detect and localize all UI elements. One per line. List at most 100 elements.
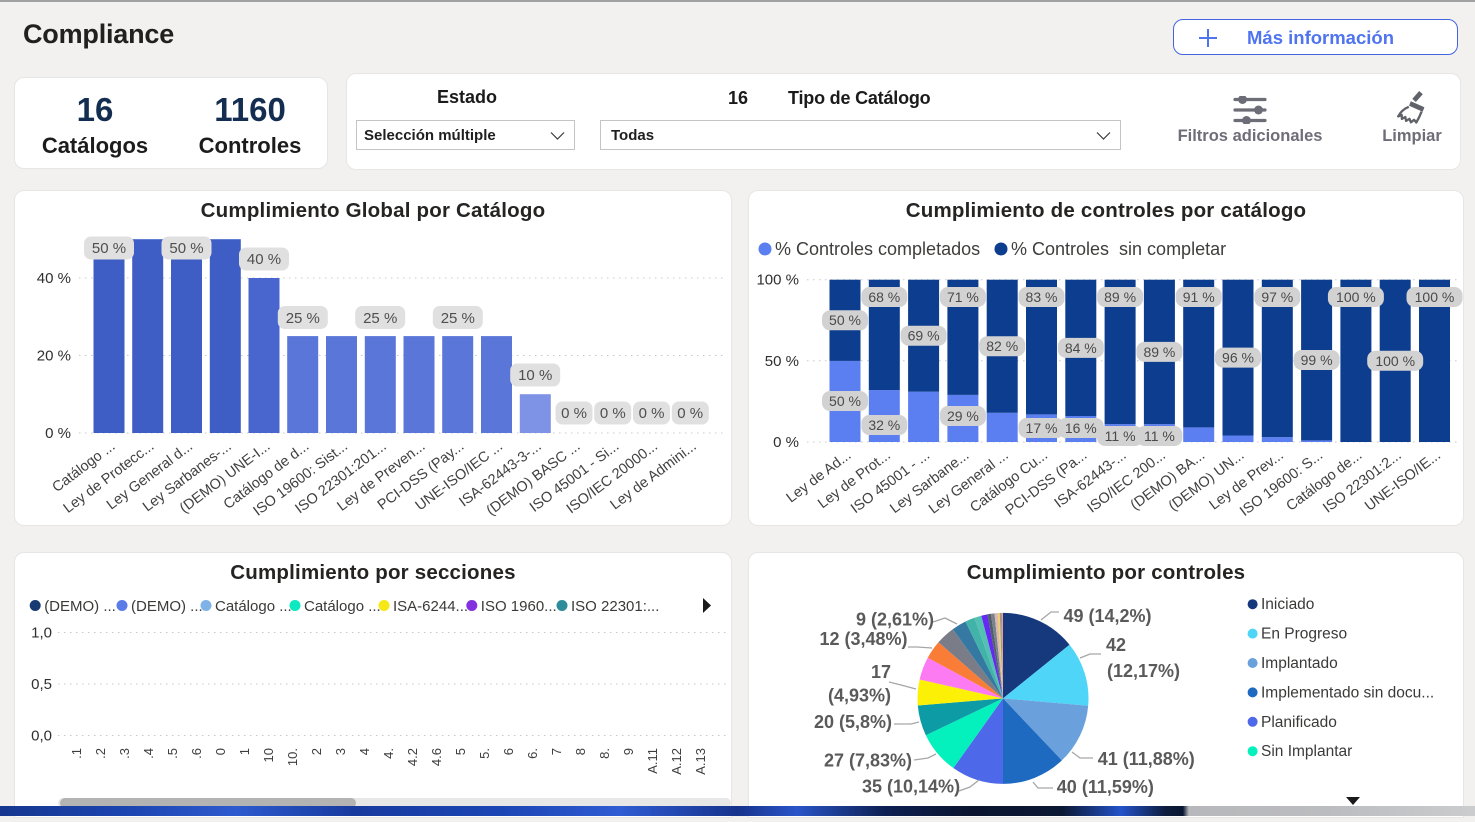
svg-text:7: 7 (549, 748, 564, 755)
svg-text:10.: 10. (285, 748, 300, 766)
svg-text:6.: 6. (525, 748, 540, 759)
svg-text:1,0: 1,0 (31, 625, 52, 642)
svg-text:.5: .5 (165, 748, 180, 759)
svg-text:99 %: 99 % (1301, 352, 1333, 368)
svg-text:9 (2,61%): 9 (2,61%) (856, 610, 934, 630)
svg-text:0,0: 0,0 (31, 728, 52, 745)
svg-text:4.2: 4.2 (405, 748, 420, 766)
svg-text:En Progreso: En Progreso (1261, 626, 1347, 643)
svg-text:A.13: A.13 (693, 748, 708, 775)
svg-text:0 %: 0 % (600, 405, 626, 422)
svg-text:97 %: 97 % (1261, 289, 1293, 305)
svg-text:5.: 5. (477, 748, 492, 759)
svg-text:Planificado: Planificado (1261, 714, 1337, 731)
svg-text:2: 2 (309, 748, 324, 755)
svg-text:50 %: 50 % (829, 393, 861, 409)
svg-text:8.: 8. (597, 748, 612, 759)
svg-text:4.6: 4.6 (429, 748, 444, 766)
svg-text:50 %: 50 % (765, 353, 799, 370)
svg-text:17 %: 17 % (1026, 420, 1058, 436)
svg-text:12 (3,48%): 12 (3,48%) (820, 629, 908, 649)
svg-text:Catálogo ...: Catálogo ... (215, 598, 292, 615)
svg-text:.2: .2 (93, 748, 108, 759)
svg-text:3: 3 (333, 748, 348, 755)
svg-text:11 %: 11 % (1105, 428, 1136, 444)
svg-text:0 %: 0 % (677, 405, 703, 422)
svg-text:71 %: 71 % (947, 289, 979, 305)
svg-text:25 %: 25 % (441, 310, 475, 327)
svg-text:0 %: 0 % (639, 405, 665, 422)
svg-text:100 %: 100 % (756, 272, 799, 289)
svg-text:1: 1 (237, 748, 252, 755)
svg-text:17: 17 (871, 662, 891, 682)
svg-text:96 %: 96 % (1222, 350, 1254, 366)
svg-text:89 %: 89 % (1143, 344, 1175, 360)
svg-text:35 (10,14%): 35 (10,14%) (862, 776, 960, 796)
svg-text:10: 10 (261, 748, 276, 762)
svg-text:82 %: 82 % (986, 338, 1018, 354)
svg-text:8: 8 (573, 748, 588, 755)
svg-text:ISO 1960...: ISO 1960... (481, 598, 557, 615)
svg-text:16 %: 16 % (1065, 420, 1097, 436)
svg-text:Cumplimiento por controles: Cumplimiento por controles (967, 561, 1246, 584)
svg-text:20 (5,8%): 20 (5,8%) (814, 712, 892, 732)
svg-text:0 %: 0 % (45, 425, 71, 442)
svg-text:40 (11,59%): 40 (11,59%) (1057, 777, 1154, 797)
svg-text:.4: .4 (141, 748, 156, 759)
svg-text:50 %: 50 % (829, 312, 861, 328)
svg-text:10 %: 10 % (518, 367, 552, 384)
svg-text:100 %: 100 % (1375, 353, 1415, 369)
svg-text:Catálogo ...: Catálogo ... (304, 598, 381, 615)
svg-text:% Controles completados: % Controles completados (775, 239, 980, 259)
svg-text:91 %: 91 % (1183, 289, 1215, 305)
svg-text:50 %: 50 % (169, 240, 203, 257)
svg-text:.3: .3 (117, 748, 132, 759)
svg-text:(12,17%): (12,17%) (1107, 661, 1180, 681)
svg-text:83 %: 83 % (1026, 289, 1058, 305)
svg-text:5: 5 (453, 748, 468, 755)
svg-text:25 %: 25 % (363, 310, 397, 327)
svg-text:4.: 4. (381, 748, 396, 759)
svg-text:ISA-6244...: ISA-6244... (393, 598, 468, 615)
svg-text:(DEMO) ...: (DEMO) ... (44, 598, 116, 615)
svg-text:50 %: 50 % (92, 240, 126, 257)
svg-text:% Controles sin completar: % Controles sin completar (1011, 239, 1226, 259)
svg-text:41 (11,88%): 41 (11,88%) (1098, 749, 1195, 769)
svg-text:(DEMO) ...: (DEMO) ... (131, 598, 203, 615)
svg-text:Implementado sin docu...: Implementado sin docu... (1261, 684, 1434, 701)
svg-text:0 %: 0 % (773, 434, 799, 451)
svg-text:9: 9 (621, 748, 636, 755)
svg-text:20 %: 20 % (37, 348, 71, 365)
svg-text:89 %: 89 % (1104, 289, 1136, 305)
svg-text:A.11: A.11 (645, 748, 660, 774)
svg-text:11 %: 11 % (1144, 428, 1175, 444)
svg-text:40 %: 40 % (247, 251, 281, 268)
svg-text:42: 42 (1106, 635, 1126, 655)
svg-text:68 %: 68 % (868, 289, 900, 305)
svg-text:Cumplimiento por secciones: Cumplimiento por secciones (230, 561, 515, 584)
svg-text:32 %: 32 % (868, 417, 900, 433)
svg-text:Sin Implantar: Sin Implantar (1261, 743, 1352, 760)
svg-text:27 (7,83%): 27 (7,83%) (824, 751, 912, 771)
svg-text:(4,93%): (4,93%) (828, 685, 891, 705)
svg-text:A.12: A.12 (669, 748, 684, 775)
svg-text:40 %: 40 % (37, 270, 71, 287)
svg-text:0,5: 0,5 (31, 676, 52, 693)
svg-text:69 %: 69 % (908, 328, 940, 344)
svg-text:.1: .1 (69, 748, 84, 759)
svg-text:49 (14,2%): 49 (14,2%) (1064, 606, 1152, 626)
svg-text:6: 6 (501, 748, 516, 755)
svg-text:Implantado: Implantado (1261, 655, 1338, 672)
svg-text:0 %: 0 % (561, 405, 587, 422)
svg-text:Cumplimiento de controles por: Cumplimiento de controles por catálogo (906, 199, 1307, 222)
svg-text:84 %: 84 % (1065, 340, 1097, 356)
svg-text:Cumplimiento Global por Catálo: Cumplimiento Global por Catálogo (201, 199, 546, 222)
svg-text:4: 4 (357, 748, 372, 755)
svg-text:29 %: 29 % (947, 408, 979, 424)
svg-text:.6: .6 (189, 748, 204, 759)
svg-text:100 %: 100 % (1336, 289, 1376, 305)
svg-text:25 %: 25 % (286, 310, 320, 327)
svg-text:ISO 22301:...: ISO 22301:... (571, 598, 659, 615)
svg-text:100 %: 100 % (1415, 289, 1455, 305)
svg-text:0: 0 (213, 748, 228, 755)
